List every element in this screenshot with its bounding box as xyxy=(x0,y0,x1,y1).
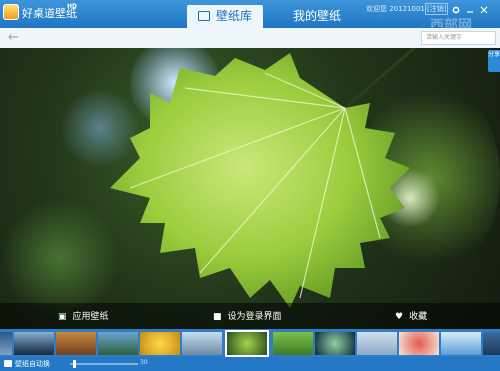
thumbnail[interactable] xyxy=(56,332,96,355)
wallpaper-preview xyxy=(0,48,500,329)
interval-slider[interactable] xyxy=(70,360,138,368)
title-bar: 好桌道壁纸 HD 壁纸库 我的壁纸 欢迎您 20121001 [注销] 西部网 xyxy=(0,0,500,34)
gear-icon[interactable] xyxy=(452,6,460,14)
search-input[interactable]: 请输入关键字 xyxy=(421,31,496,45)
heart-icon: ♥ xyxy=(395,312,404,322)
thumbnail[interactable] xyxy=(483,332,500,355)
close-icon[interactable] xyxy=(480,6,488,14)
auto-change-icon[interactable] xyxy=(4,360,12,367)
minimize-icon[interactable] xyxy=(466,6,474,14)
thumbnail-selected[interactable] xyxy=(225,330,269,357)
tab-label: 我的壁纸 xyxy=(292,9,341,23)
action-bar: ▣ 应用壁纸 ■ 设为登录界面 ♥ 收藏 xyxy=(0,303,500,329)
image-icon: ▣ xyxy=(58,312,67,322)
thumbnail[interactable] xyxy=(273,332,313,355)
logout-link[interactable]: [注销] xyxy=(425,3,449,15)
welcome-text: 欢迎您 20121001 xyxy=(366,5,425,13)
back-arrow-icon[interactable]: ← xyxy=(8,30,19,46)
thumbnail[interactable] xyxy=(441,332,481,355)
interval-value: 30 xyxy=(140,359,148,366)
thumbnail[interactable] xyxy=(14,332,54,355)
tab-label: 壁纸库 xyxy=(215,9,252,23)
thumbnail[interactable] xyxy=(182,332,222,355)
status-bar: 壁纸自动换 30 xyxy=(0,357,500,371)
thumbnail[interactable] xyxy=(315,332,355,355)
auto-change-label: 壁纸自动换 xyxy=(15,360,50,368)
app-logo-icon xyxy=(3,4,19,20)
tab-my-wallpapers[interactable]: 我的壁纸 xyxy=(282,5,352,28)
slider-knob[interactable] xyxy=(72,360,76,368)
thumbnail-strip xyxy=(0,329,500,357)
maple-leaf-image xyxy=(110,48,417,308)
tab-wallpaper-library[interactable]: 壁纸库 xyxy=(187,5,263,28)
share-button[interactable]: 分享 xyxy=(488,50,500,72)
favorite-button[interactable]: ♥ 收藏 xyxy=(395,309,427,322)
user-icon: ■ xyxy=(213,312,222,322)
thumbnail[interactable] xyxy=(140,332,180,355)
thumbnail[interactable] xyxy=(98,332,138,355)
action-label: 应用壁纸 xyxy=(72,312,109,322)
action-label: 收藏 xyxy=(409,312,428,322)
app-version-badge: HD xyxy=(67,3,78,10)
set-login-screen-button[interactable]: ■ 设为登录界面 xyxy=(213,309,282,322)
thumbnail[interactable] xyxy=(357,332,397,355)
thumbnail[interactable] xyxy=(399,332,439,355)
apply-wallpaper-button[interactable]: ▣ 应用壁纸 xyxy=(58,309,109,322)
action-label: 设为登录界面 xyxy=(227,312,282,322)
image-icon xyxy=(197,11,210,21)
thumbnail[interactable] xyxy=(0,332,12,355)
